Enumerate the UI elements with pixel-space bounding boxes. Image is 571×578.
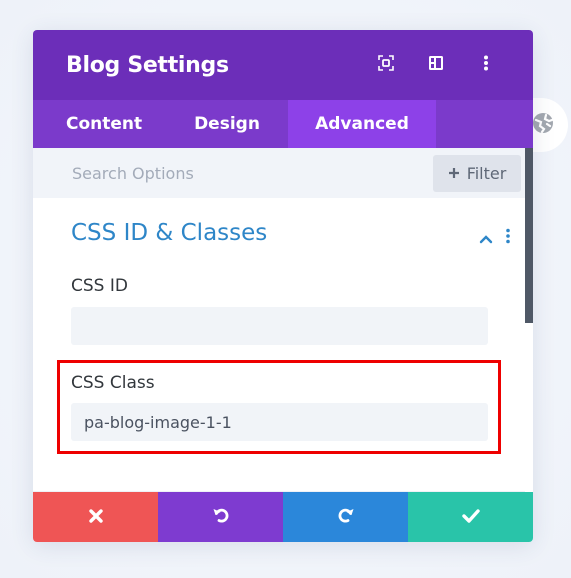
globe-icon [532,112,554,138]
discard-button[interactable] [33,492,158,542]
undo-icon [212,506,230,528]
scrollbar[interactable] [525,148,533,323]
close-icon [88,508,103,527]
focus-mode-button[interactable] [361,45,411,85]
tab-design[interactable]: Design [166,100,288,148]
section-title[interactable]: CSS ID & Classes [71,220,267,246]
search-bar: Filter [33,148,533,198]
save-button[interactable] [408,492,533,542]
css-id-label: CSS ID [71,276,128,296]
page-background: Blog Settings Content Design Advanced Se… [0,0,571,578]
more-vertical-icon [483,55,489,75]
undo-button[interactable] [158,492,283,542]
css-class-input[interactable] [71,403,488,441]
modal-header[interactable]: Blog Settings [33,30,533,100]
redo-button[interactable] [283,492,408,542]
divider [33,491,525,492]
section-more-icon[interactable] [505,228,511,248]
tab-bar: Content Design Advanced [33,100,533,148]
css-class-label: CSS Class [71,373,155,393]
section-actions [479,228,511,248]
filter-label: Filter [466,164,507,183]
split-view-button[interactable] [411,45,461,85]
more-options-button[interactable] [461,45,511,85]
modal-footer [33,492,533,542]
split-view-icon [428,55,444,75]
plus-icon [448,164,460,183]
tab-advanced[interactable]: Advanced [288,100,436,148]
focus-icon [378,55,394,75]
settings-modal: Blog Settings Content Design Advanced Se… [33,30,533,542]
redo-icon [337,506,355,528]
chevron-up-icon[interactable] [479,229,493,248]
modal-title: Blog Settings [66,52,229,78]
tab-content[interactable]: Content [33,100,166,148]
filter-button[interactable]: Filter [433,155,521,192]
settings-panel: CSS ID & Classes CSS ID CSS Class pa-blo… [33,148,533,492]
search-input[interactable] [70,162,414,184]
check-icon [461,508,480,527]
css-id-input[interactable] [71,307,488,345]
header-actions [361,30,511,100]
